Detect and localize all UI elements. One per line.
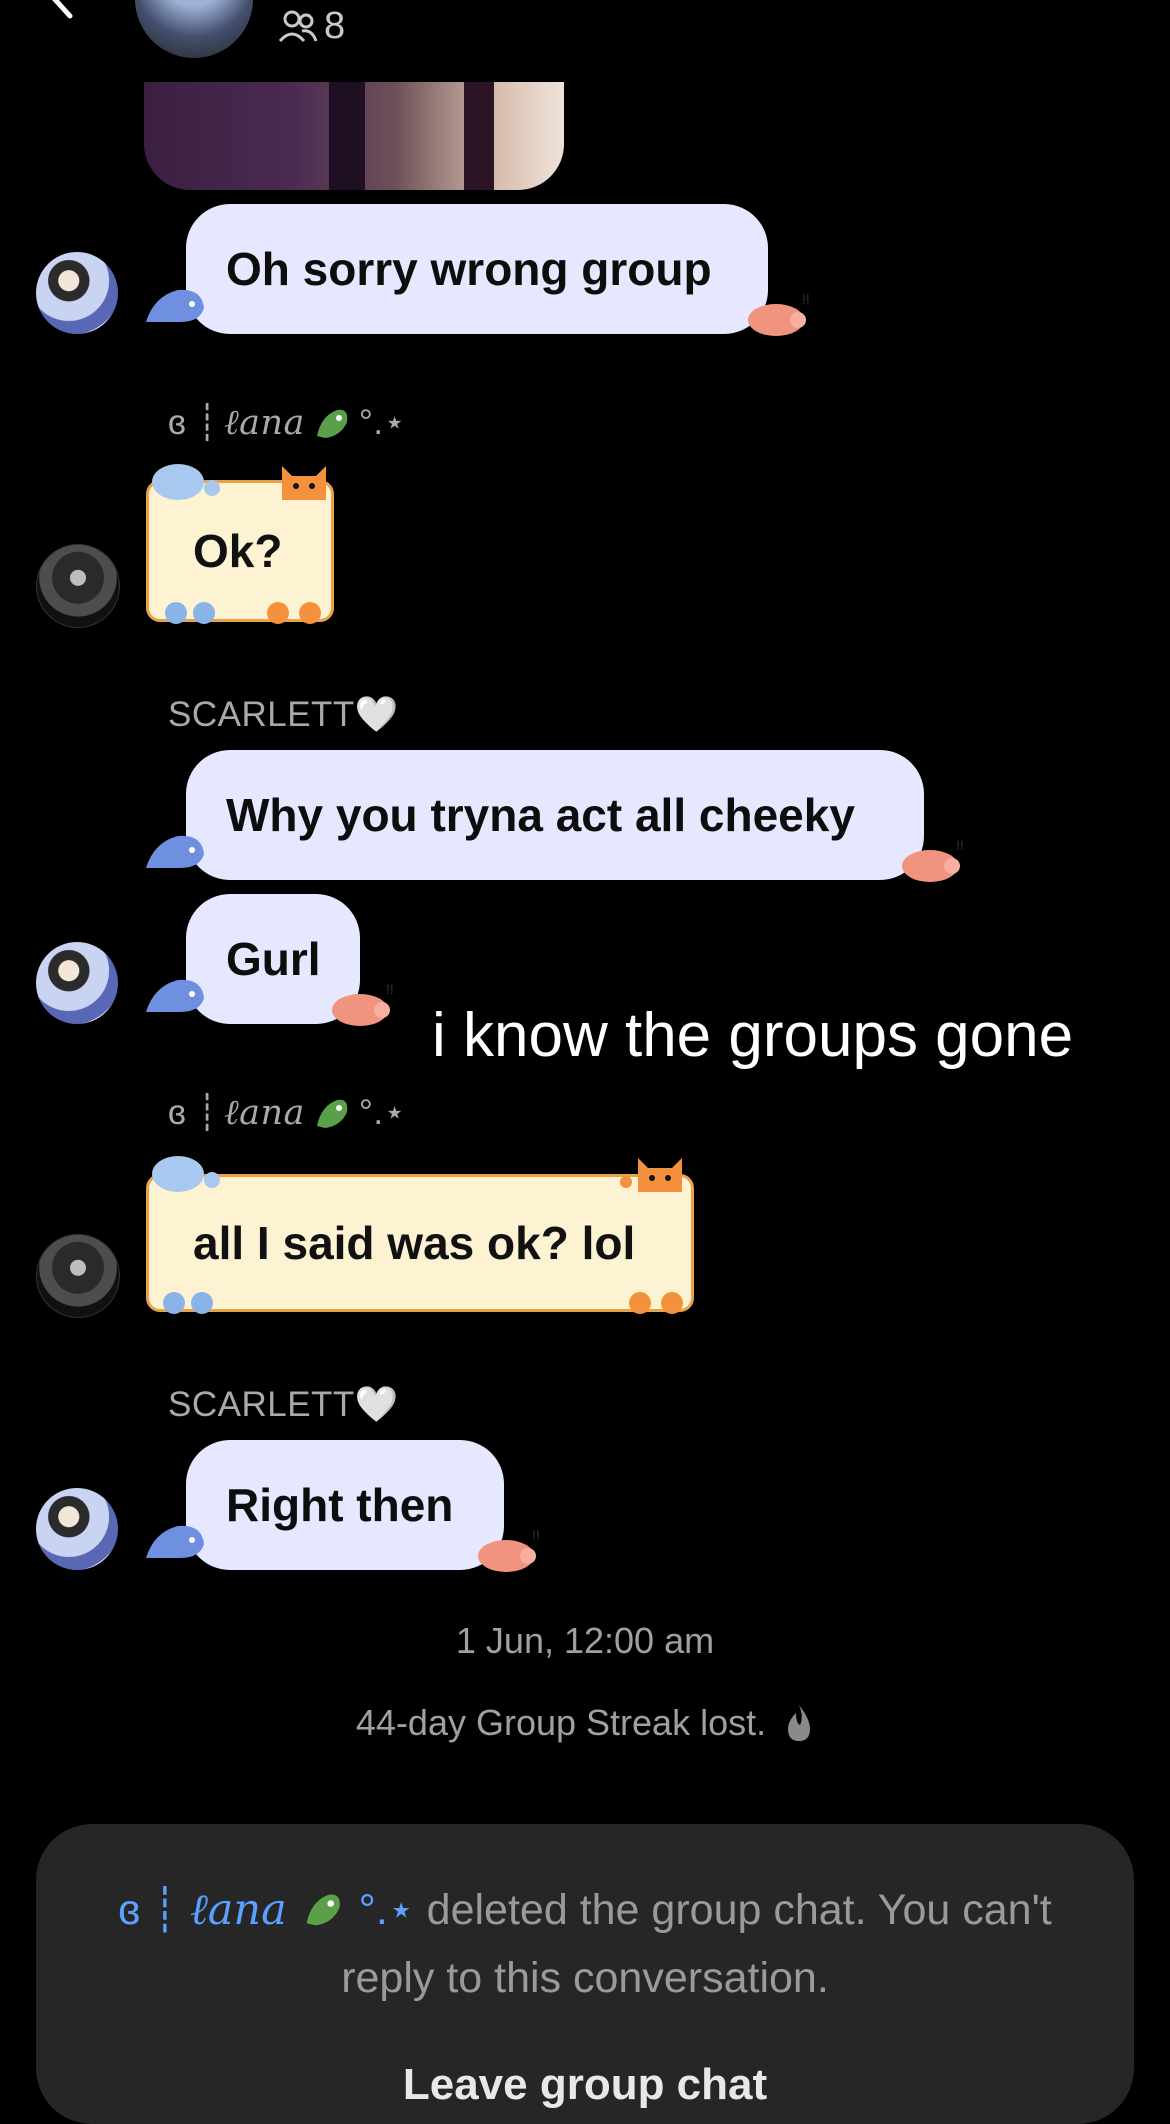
dog-sticker-icon [152, 1156, 220, 1192]
message-text: Gurl [226, 933, 321, 985]
notice-text: ɞ ┊ ℓana °.⋆ deleted the group chat. You… [96, 1876, 1074, 2012]
shark-sticker-icon [146, 289, 204, 322]
avatar[interactable] [36, 1234, 120, 1318]
sender-name: ɞ ┊ ℓana °.⋆ [168, 1093, 407, 1133]
note-bubble[interactable]: all I said was ok? lol [146, 1174, 694, 1312]
message-text: Oh sorry wrong group [226, 243, 712, 295]
shark-sticker-icon [146, 1525, 204, 1558]
paws-icon [163, 1292, 213, 1314]
shark-sticker-icon [146, 979, 204, 1012]
paws-icon [267, 602, 321, 624]
paws-icon [165, 602, 215, 624]
deleted-chat-notice: ɞ ┊ ℓana °.⋆ deleted the group chat. You… [36, 1824, 1134, 2124]
notice-user-suffix: °.⋆ [358, 1886, 415, 1934]
sender-name: SCARLETT🤍 [168, 695, 399, 734]
sender-name: ɞ ┊ ℓana °.⋆ [168, 403, 407, 443]
svg-text:!!: !! [386, 981, 394, 997]
notice-user-prefix[interactable]: ɞ ┊ [118, 1886, 178, 1934]
flame-icon [788, 1705, 811, 1741]
svg-text:!!: !! [802, 291, 810, 307]
notice-user-name[interactable]: ℓana [190, 1885, 287, 1935]
svg-text:!!: !! [956, 837, 964, 853]
avatar[interactable] [36, 544, 120, 628]
svg-text:!!: !! [532, 1527, 540, 1543]
pig-sticker-icon: !! [478, 1527, 540, 1572]
message-bubble[interactable]: Oh sorry wrong group [186, 204, 768, 334]
cat-sticker-icon [620, 1158, 682, 1192]
sender-name: SCARLETT🤍 [168, 1385, 399, 1424]
message-bubble[interactable]: Why you tryna act all cheeky [186, 750, 924, 880]
member-count: 8 [278, 4, 346, 47]
group-avatar[interactable] [135, 0, 253, 58]
message-text: Why you tryna act all cheeky [226, 789, 855, 841]
message-text: Right then [226, 1479, 454, 1531]
message-bubble[interactable]: Right then [186, 1440, 504, 1570]
pig-sticker-icon: !! [748, 291, 810, 336]
avatar[interactable] [36, 1488, 118, 1570]
streak-notice: 44-day Group Streak lost. [0, 1702, 1170, 1744]
avatar[interactable] [36, 252, 118, 334]
back-chevron-icon[interactable] [40, 0, 80, 20]
cat-sticker-icon [282, 466, 326, 500]
shark-sticker-icon [146, 835, 204, 868]
avatar[interactable] [36, 942, 118, 1024]
dragon-icon [306, 1894, 340, 1926]
dragon-icon [316, 409, 348, 438]
member-count-value: 8 [324, 4, 346, 47]
pig-sticker-icon: !! [902, 837, 964, 882]
dragon-icon [316, 1099, 348, 1128]
timestamp: 1 Jun, 12:00 am [455, 1620, 715, 1661]
message-text: all I said was ok? lol [193, 1217, 636, 1269]
dog-sticker-icon [152, 464, 220, 500]
streak-text: 44-day Group Streak lost. [355, 1702, 767, 1743]
members-icon [278, 10, 318, 43]
notice-message: deleted the group chat. You can't reply … [341, 1886, 1052, 2002]
message-text: Ok? [193, 525, 283, 577]
leave-group-chat-button[interactable]: Leave group chat [36, 2060, 1134, 2110]
paws-icon [629, 1292, 683, 1314]
media-message-preview[interactable] [144, 82, 564, 190]
pig-sticker-icon: !! [332, 981, 394, 1026]
overlay-caption: i know the groups gone [432, 1001, 1074, 1070]
